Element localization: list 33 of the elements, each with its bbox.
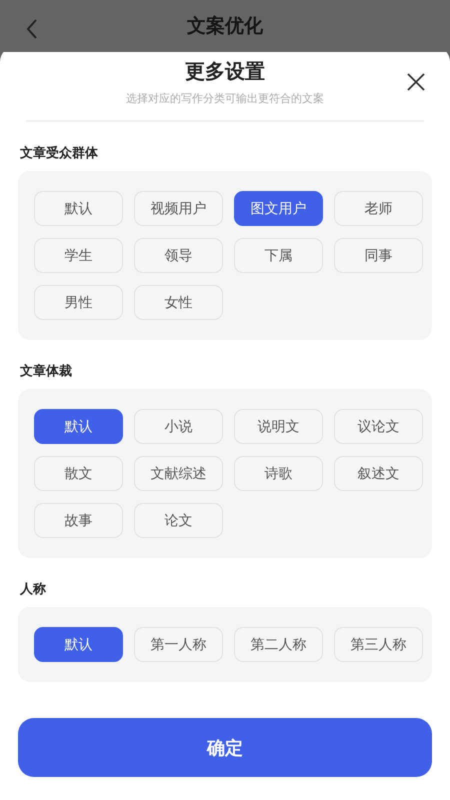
page-title: 文案优化 [187, 14, 263, 39]
option-chip[interactable]: 说明文 [234, 409, 323, 444]
confirm-button[interactable]: 确定 [18, 718, 432, 777]
option-chip[interactable]: 图文用户 [234, 191, 323, 226]
sheet-subtitle: 选择对应的写作分类可输出更符合的文案 [126, 91, 324, 106]
option-chip[interactable]: 散文 [34, 456, 123, 491]
section-label: 文章受众群体 [20, 144, 98, 162]
option-chip[interactable]: 论文 [134, 503, 223, 538]
section-label: 人称 [20, 581, 46, 598]
option-chip[interactable]: 视频用户 [134, 191, 223, 226]
option-chip[interactable]: 议论文 [334, 409, 423, 444]
option-chip[interactable]: 同事 [334, 238, 423, 273]
option-chip[interactable]: 小说 [134, 409, 223, 444]
option-chip[interactable]: 第二人称 [234, 627, 323, 662]
option-chip[interactable]: 叙述文 [334, 456, 423, 491]
option-chip[interactable]: 下属 [234, 238, 323, 273]
option-chip[interactable]: 学生 [34, 238, 123, 273]
close-icon[interactable] [406, 72, 426, 92]
option-chip[interactable]: 第三人称 [334, 627, 423, 662]
back-icon[interactable] [26, 18, 38, 40]
option-chip[interactable]: 诗歌 [234, 456, 323, 491]
option-chip[interactable]: 默认 [34, 627, 123, 662]
option-chip[interactable]: 老师 [334, 191, 423, 226]
option-chip[interactable]: 第一人称 [134, 627, 223, 662]
option-chip[interactable]: 女性 [134, 285, 223, 320]
option-chip[interactable]: 文献综述 [134, 456, 223, 491]
option-chip[interactable]: 领导 [134, 238, 223, 273]
option-chip[interactable]: 故事 [34, 503, 123, 538]
sheet-title: 更多设置 [185, 58, 265, 85]
option-chip[interactable]: 男性 [34, 285, 123, 320]
option-chip[interactable]: 默认 [34, 409, 123, 444]
option-chip[interactable]: 默认 [34, 191, 123, 226]
section-label: 文章体裁 [20, 362, 72, 380]
